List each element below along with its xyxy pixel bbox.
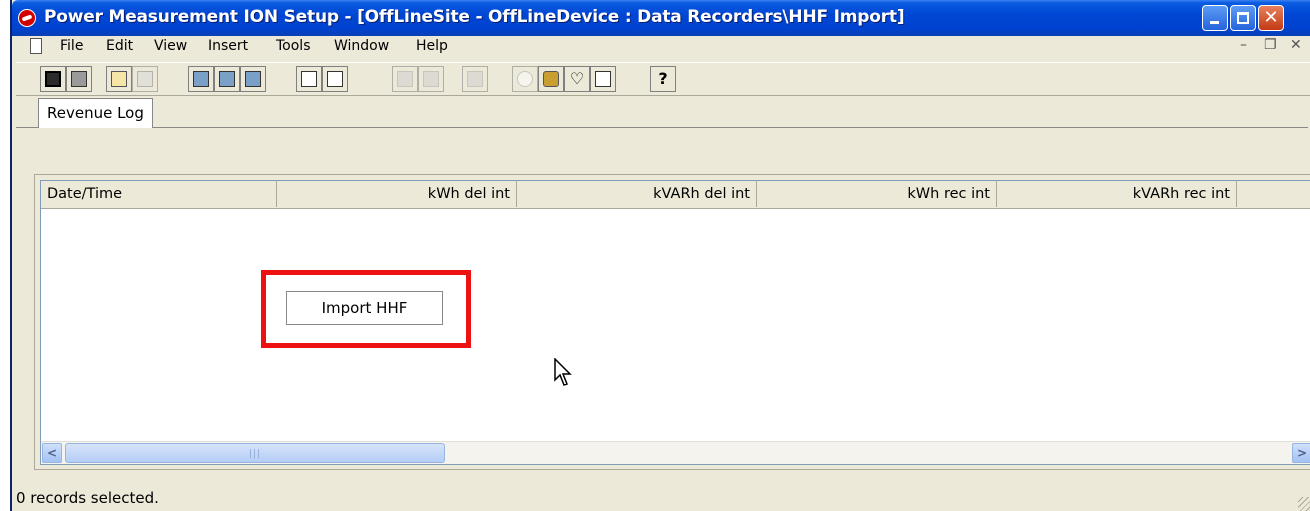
- preview-button[interactable]: [322, 66, 348, 92]
- vault-button[interactable]: [538, 66, 564, 92]
- maximize-icon: [1237, 12, 1249, 24]
- app-logo-icon[interactable]: [18, 9, 36, 27]
- column-header-kvarh-del-int[interactable]: kVARh del int: [517, 181, 757, 207]
- menu-bar: File Edit View Insert Tools Window Help …: [12, 36, 1310, 58]
- toolbar: ♡ ?: [16, 62, 1310, 96]
- menu-insert[interactable]: Insert: [208, 38, 248, 54]
- preview-icon: [327, 71, 343, 87]
- window-title: Power Measurement ION Setup - [OffLineSi…: [44, 7, 905, 27]
- network-button[interactable]: [240, 66, 266, 92]
- status-text: 0 records selected.: [16, 489, 159, 507]
- menu-tools[interactable]: Tools: [276, 38, 311, 54]
- scroll-grip-icon: |||: [249, 449, 262, 459]
- column-header-row: Date/Time kWh del int kVARh del int kWh …: [41, 181, 1310, 209]
- horizontal-scrollbar[interactable]: < ||| >: [41, 441, 1310, 464]
- properties-icon: [137, 71, 153, 87]
- mdi-minimize-button[interactable]: –: [1240, 37, 1247, 53]
- log-button[interactable]: [418, 66, 444, 92]
- network-icon: [245, 71, 261, 87]
- view-button[interactable]: [188, 66, 214, 92]
- report-icon: [397, 71, 413, 87]
- status-bar: 0 records selected.: [12, 486, 1310, 511]
- mdi-close-button[interactable]: ✕: [1290, 37, 1302, 53]
- column-header-kvarh-rec-int[interactable]: kVARh rec int: [997, 181, 1237, 207]
- tab-bar: Revenue Log: [16, 96, 1310, 134]
- find-button[interactable]: [296, 66, 322, 92]
- menu-file[interactable]: File: [60, 38, 83, 54]
- copy-icon: [111, 71, 127, 87]
- view-icon: [193, 71, 209, 87]
- minimize-button[interactable]: [1202, 5, 1228, 31]
- edit-button[interactable]: [214, 66, 240, 92]
- print-icon: [71, 71, 87, 87]
- copy-button[interactable]: [106, 66, 132, 92]
- grid-button[interactable]: [462, 66, 488, 92]
- column-header-datetime[interactable]: Date/Time: [41, 181, 277, 207]
- close-button[interactable]: ✕: [1258, 5, 1284, 31]
- scroll-right-button[interactable]: >: [1292, 443, 1310, 463]
- diagnostics-button[interactable]: ♡: [564, 66, 590, 92]
- menu-view[interactable]: View: [154, 38, 187, 54]
- menu-help[interactable]: Help: [416, 38, 448, 54]
- find-icon: [301, 71, 317, 87]
- properties-button[interactable]: [132, 66, 158, 92]
- edit-icon: [219, 71, 235, 87]
- menu-window[interactable]: Window: [334, 38, 389, 54]
- save-button[interactable]: [40, 66, 66, 92]
- grid-icon: [467, 71, 483, 87]
- clock-button[interactable]: [512, 66, 538, 92]
- highlight-box: [261, 270, 471, 348]
- tab-divider: [16, 127, 1308, 128]
- document-icon[interactable]: [30, 38, 42, 54]
- menu-edit[interactable]: Edit: [106, 38, 133, 54]
- close-icon: ✕: [1263, 7, 1279, 28]
- vault-icon: [543, 71, 559, 87]
- check-button[interactable]: [590, 66, 616, 92]
- minimize-icon: [1210, 21, 1219, 24]
- maximize-button[interactable]: [1230, 5, 1256, 31]
- column-header-kwh-rec-int[interactable]: kWh rec int: [757, 181, 997, 207]
- scroll-thumb[interactable]: |||: [65, 443, 445, 463]
- records-list[interactable]: Date/Time kWh del int kVARh del int kWh …: [40, 180, 1310, 465]
- app-window: Power Measurement ION Setup - [OffLineSi…: [10, 0, 1310, 511]
- help-button[interactable]: ?: [650, 66, 676, 92]
- print-button[interactable]: [66, 66, 92, 92]
- help-icon: ?: [658, 69, 668, 88]
- diagnostics-icon: ♡: [569, 69, 585, 88]
- clock-icon: [517, 71, 533, 87]
- title-bar[interactable]: Power Measurement ION Setup - [OffLineSi…: [12, 0, 1310, 36]
- check-icon: [595, 71, 611, 87]
- log-icon: [423, 71, 439, 87]
- scroll-left-button[interactable]: <: [42, 443, 62, 463]
- column-header-kwh-del-int[interactable]: kWh del int: [277, 181, 517, 207]
- report-button[interactable]: [392, 66, 418, 92]
- tab-revenue-log[interactable]: Revenue Log: [38, 98, 153, 128]
- mouse-cursor-icon: [554, 358, 572, 386]
- save-icon: [45, 71, 61, 87]
- mdi-restore-button[interactable]: ❐: [1264, 37, 1277, 53]
- resize-grip-icon[interactable]: [1298, 497, 1310, 511]
